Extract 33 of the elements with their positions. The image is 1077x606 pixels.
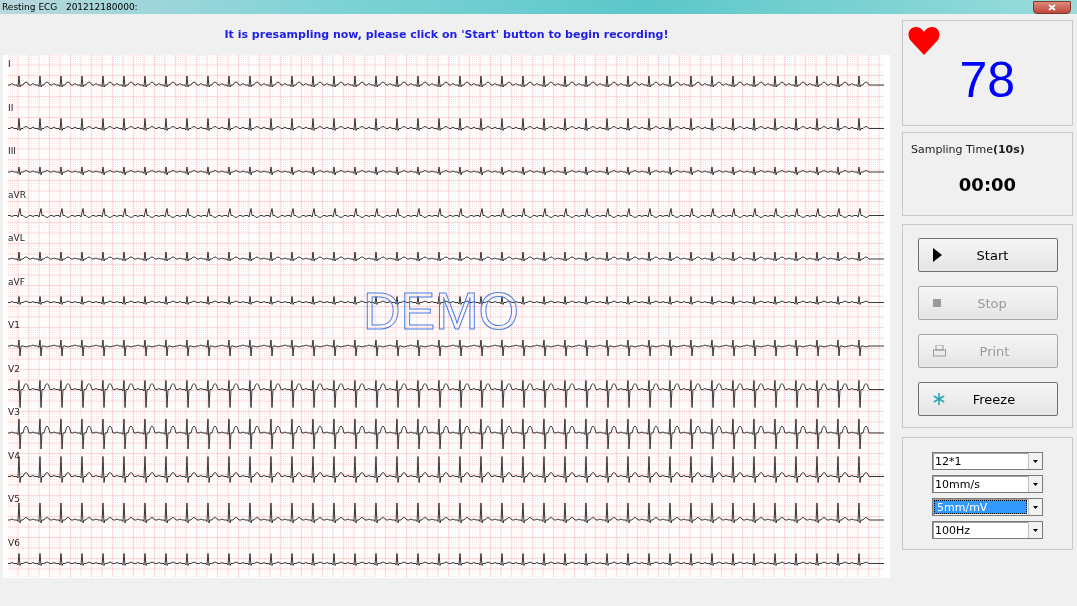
heart-icon [908, 27, 940, 55]
close-icon [1048, 3, 1056, 11]
lead-label: V5 [8, 494, 20, 504]
status-message: It is presampling now, please click on 'Start' button to begin recording! [224, 28, 669, 41]
lead-label: V3 [8, 407, 20, 417]
dropdown[interactable]: 100Hz [932, 521, 1043, 539]
close-button[interactable] [1033, 0, 1071, 14]
dropdown-arrow-icon [1033, 459, 1038, 463]
lead-label: V1 [8, 320, 20, 330]
stop-icon [933, 299, 941, 307]
sampling-timer: 00:00 [957, 174, 1018, 195]
lead-label: III [8, 146, 16, 156]
sampling-time-label: Sampling Time(10s) [911, 143, 1026, 156]
snowflake-icon [933, 393, 945, 405]
lead-label: V6 [8, 537, 20, 548]
play-icon [933, 248, 942, 262]
lead-label: II [8, 102, 14, 113]
dropdown-arrow-icon [1033, 482, 1038, 486]
lead-label: V4 [8, 450, 20, 461]
heart-rate-value: 78 [959, 51, 1015, 109]
action-button[interactable]: Start [918, 238, 1058, 272]
lead-label: I [8, 59, 11, 69]
lead-label: aVF [8, 276, 25, 287]
printer-icon [933, 345, 946, 357]
window-title: Resting ECG 201212180000: [2, 2, 138, 12]
lead-label: aVL [8, 233, 25, 243]
dropdown[interactable]: 12*1 [932, 452, 1043, 470]
dropdown-arrow-icon [1033, 528, 1038, 532]
lead-label: V2 [8, 363, 20, 374]
action-button[interactable]: Freeze [918, 382, 1058, 416]
dropdown-arrow-icon [1033, 505, 1038, 509]
lead-label: aVR [8, 189, 26, 200]
dropdown[interactable]: 10mm/s [932, 475, 1043, 493]
